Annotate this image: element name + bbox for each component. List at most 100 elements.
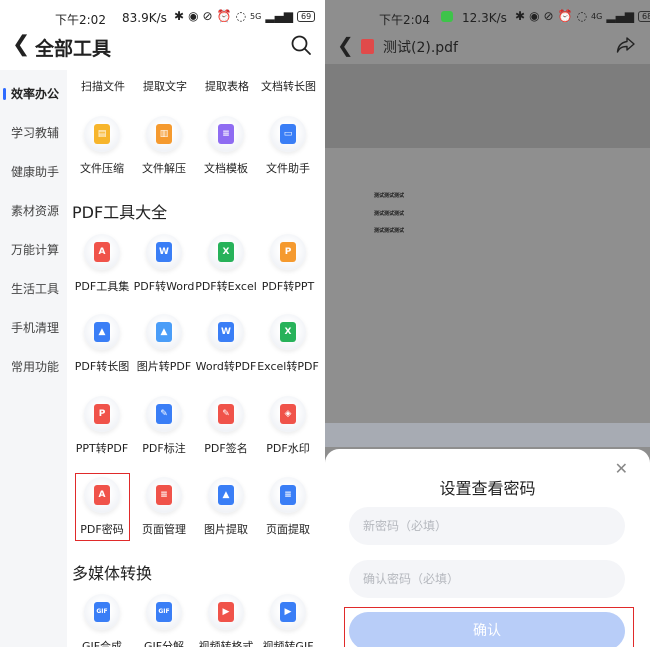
signal-type: 4G	[591, 11, 603, 21]
confirm-password-input[interactable]	[349, 560, 625, 598]
battery-icon: 69	[297, 10, 316, 22]
video-convert-icon: ▶	[208, 594, 244, 630]
tool-video-convert[interactable]: ▶ 视频转格式	[194, 594, 258, 647]
mute-icon: ⊘	[543, 9, 554, 23]
pdf-text-line: 测试测试测试	[374, 193, 405, 199]
tool-image-extract[interactable]: ▲ 图片提取	[194, 477, 258, 537]
tool-doc-template[interactable]: ≡ 文档模板	[194, 116, 258, 176]
tool-ppt-to-pdf[interactable]: P PPT转PDF	[70, 396, 134, 456]
tool-word-to-pdf[interactable]: W Word转PDF	[194, 314, 258, 374]
image-to-pdf-icon: ▲	[146, 314, 182, 350]
status-network-speed: 83.9K/s	[122, 11, 167, 25]
signal-type: 5G	[250, 11, 262, 21]
gif-icon: GIF	[84, 594, 120, 630]
section-title-pdf: PDF工具大全	[72, 203, 168, 222]
partial-tool-row: 扫描文件 提取文字 提取表格 文档转长图	[67, 78, 322, 92]
tool-file-assistant[interactable]: ▭ 文件助手	[256, 116, 320, 176]
zip-icon: ▤	[84, 116, 120, 152]
tool-label[interactable]: 提取表格	[205, 78, 249, 92]
sidebar-item-materials[interactable]: 素材资源	[0, 201, 67, 221]
tool-pdf-annotate[interactable]: ✎ PDF标注	[132, 396, 196, 456]
tool-label[interactable]: 提取文字	[143, 78, 187, 92]
sidebar-item-common[interactable]: 常用功能	[0, 357, 67, 377]
new-password-input[interactable]	[349, 507, 625, 545]
alarm-icon: ⏰	[557, 9, 573, 23]
wifi-off-icon: ◌	[576, 9, 588, 23]
tool-page-manage[interactable]: ≡ 页面管理	[132, 477, 196, 537]
word-to-pdf-icon: W	[208, 314, 244, 350]
tool-label[interactable]: 扫描文件	[81, 78, 125, 92]
bluetooth-icon: ✱	[515, 9, 526, 23]
password-dialog: ✕ 设置查看密码 确认	[325, 449, 650, 647]
tool-gif-split[interactable]: GIF GIF分解	[132, 594, 196, 647]
mute-icon: ⊘	[202, 9, 213, 23]
sidebar-item-cleanup[interactable]: 手机清理	[0, 318, 67, 338]
sidebar-item-study[interactable]: 学习教辅	[0, 123, 67, 143]
tool-pdf-toolkit[interactable]: A PDF工具集	[70, 234, 134, 294]
bluetooth-icon: ✱	[174, 9, 185, 23]
pdf-header: ❮ 测试(2).pdf	[325, 30, 650, 64]
tool-gif-compose[interactable]: GIF GIF合成	[70, 594, 134, 647]
watermark-icon: ◈	[270, 396, 306, 432]
excel-to-pdf-icon: X	[270, 314, 306, 350]
sidebar-item-calculator[interactable]: 万能计算	[0, 240, 67, 260]
folder-icon: ▭	[270, 116, 306, 152]
page-extract-icon: ≡	[270, 477, 306, 513]
bottom-toolbar-blurred	[325, 423, 650, 447]
pdf-icon: A	[84, 234, 120, 270]
tool-video-to-gif[interactable]: ▶ 视频转GIF	[256, 594, 320, 647]
vibrate-icon: ◉	[188, 9, 199, 23]
tool-pdf-to-long-image[interactable]: ▲ PDF转长图	[70, 314, 134, 374]
pdf-to-word-icon: W	[146, 234, 182, 270]
status-bar: 下午2:02 83.9K/s ✱ ◉ ⊘ ⏰ ◌ 5G ▂▄▆ 69	[0, 0, 322, 30]
tool-label[interactable]: 文档转长图	[261, 78, 316, 92]
tool-file-decompress[interactable]: ▥ 文件解压	[132, 116, 196, 176]
file-name: 测试(2).pdf	[383, 40, 458, 56]
tool-pdf-to-ppt[interactable]: P PDF转PPT	[256, 234, 320, 294]
search-icon[interactable]	[290, 34, 312, 56]
pdf-password-highlight-box	[75, 473, 130, 541]
page-title: 全部工具	[35, 38, 112, 60]
sidebar-item-health[interactable]: 健康助手	[0, 162, 67, 182]
sidebar-item-life[interactable]: 生活工具	[0, 279, 67, 299]
template-icon: ≡	[208, 116, 244, 152]
battery-icon: 68	[638, 10, 650, 22]
wifi-off-icon: ◌	[235, 9, 247, 23]
status-bar: 下午2:04 12.3K/s ✱ ◉ ⊘ ⏰ ◌ 4G ▂▄▆ 68	[325, 0, 650, 30]
tool-pdf-to-word[interactable]: W PDF转Word	[132, 234, 196, 294]
pdf-page-gap	[325, 64, 650, 148]
tools-screen: 下午2:02 83.9K/s ✱ ◉ ⊘ ⏰ ◌ 5G ▂▄▆ 69 ❮ 全部工…	[0, 0, 322, 647]
wechat-icon	[441, 11, 453, 22]
pdf-text-line: 测试测试测试	[374, 211, 405, 217]
sidebar-item-efficiency[interactable]: 效率办公	[0, 84, 67, 104]
pdf-to-image-icon: ▲	[84, 314, 120, 350]
back-arrow-icon[interactable]: ❮	[337, 33, 354, 57]
tool-pdf-signature[interactable]: ✎ PDF签名	[194, 396, 258, 456]
back-arrow-icon[interactable]: ❮	[12, 32, 30, 57]
status-time: 下午2:02	[55, 13, 106, 27]
tool-file-compress[interactable]: ▤ 文件压缩	[70, 116, 134, 176]
unzip-icon: ▥	[146, 116, 182, 152]
status-network-speed: 12.3K/s	[462, 11, 507, 25]
header: ❮ 全部工具	[0, 30, 322, 64]
tool-pdf-to-excel[interactable]: X PDF转Excel	[194, 234, 258, 294]
pdf-file-icon	[361, 39, 374, 54]
alarm-icon: ⏰	[216, 9, 232, 23]
confirm-button[interactable]: 确认	[349, 612, 625, 647]
signal-bars-icon: ▂▄▆	[606, 9, 635, 23]
pdf-viewer-screen: 下午2:04 12.3K/s ✱ ◉ ⊘ ⏰ ◌ 4G ▂▄▆ 68 ❮ 测试(…	[325, 0, 650, 647]
video-gif-icon: ▶	[270, 594, 306, 630]
annotate-icon: ✎	[146, 396, 182, 432]
tool-grid: 扫描文件 提取文字 提取表格 文档转长图 ▤ 文件压缩 ▥ 文件解压 ≡ 文档模…	[67, 64, 322, 647]
section-title-media: 多媒体转换	[72, 564, 153, 583]
image-extract-icon: ▲	[208, 477, 244, 513]
pdf-to-excel-icon: X	[208, 234, 244, 270]
status-icons: ✱ ◉ ⊘ ⏰ ◌ 5G ▂▄▆ 69	[174, 9, 316, 23]
share-icon[interactable]	[616, 36, 636, 54]
signature-icon: ✎	[208, 396, 244, 432]
tool-pdf-watermark[interactable]: ◈ PDF水印	[256, 396, 320, 456]
status-time: 下午2:04	[379, 13, 430, 27]
tool-excel-to-pdf[interactable]: X Excel转PDF	[256, 314, 320, 374]
tool-image-to-pdf[interactable]: ▲ 图片转PDF	[132, 314, 196, 374]
tool-page-extract[interactable]: ≡ 页面提取	[256, 477, 320, 537]
